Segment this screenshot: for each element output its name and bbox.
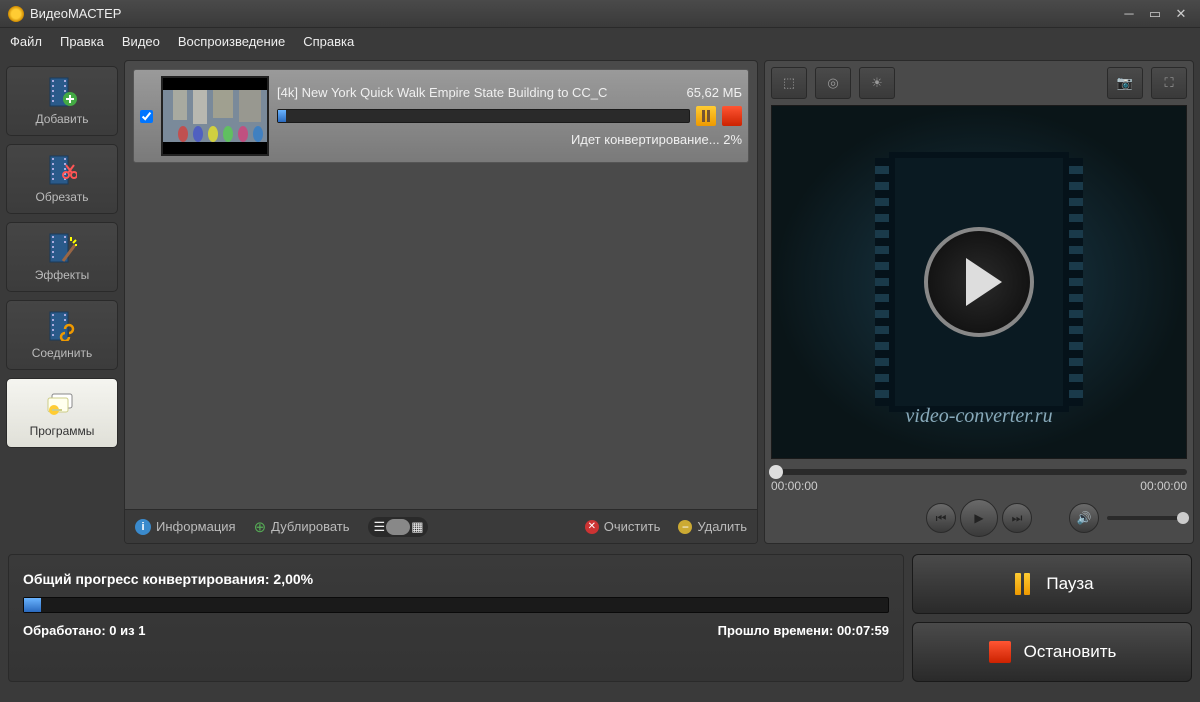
programs-icon bbox=[46, 388, 78, 420]
app-logo-icon bbox=[8, 6, 24, 22]
processed-count: Обработано: 0 из 1 bbox=[23, 623, 145, 638]
maximize-button[interactable]: ▭ bbox=[1144, 6, 1166, 22]
crop-tool-button[interactable]: ⬚ bbox=[771, 67, 807, 99]
brand-text: video-converter.ru bbox=[905, 405, 1052, 428]
duplicate-button[interactable]: ⊕ Дублировать bbox=[254, 518, 350, 536]
trim-button[interactable]: Обрезать bbox=[6, 144, 118, 214]
volume-button[interactable]: 🔊 bbox=[1069, 503, 1099, 533]
crop-icon: ⬚ bbox=[783, 75, 795, 91]
overall-progress-panel: Общий прогресс конвертирования: 2,00% Об… bbox=[8, 554, 904, 682]
menu-playback[interactable]: Воспроизведение bbox=[178, 34, 285, 49]
window-title: ВидеоМАСТЕР bbox=[30, 6, 1114, 21]
clear-icon: ✕ bbox=[585, 520, 599, 534]
speaker-icon: 🔊 bbox=[1077, 511, 1092, 525]
target-icon: ◎ bbox=[827, 75, 838, 91]
join-label: Соединить bbox=[32, 346, 93, 360]
time-total: 00:00:00 bbox=[1140, 479, 1187, 493]
clear-button[interactable]: ✕ Очистить bbox=[585, 519, 661, 534]
list-view-icon: ☰ bbox=[374, 519, 386, 535]
close-button[interactable]: ✕ bbox=[1170, 6, 1192, 22]
duplicate-icon: ⊕ bbox=[254, 518, 267, 536]
trim-label: Обрезать bbox=[36, 190, 89, 204]
join-button[interactable]: Соединить bbox=[6, 300, 118, 370]
stop-icon bbox=[988, 640, 1012, 664]
pause-icon bbox=[1010, 572, 1034, 596]
film-link-icon bbox=[46, 310, 78, 342]
expand-icon: ⛶ bbox=[1164, 75, 1173, 91]
menu-bar: Файл Правка Видео Воспроизведение Справк… bbox=[0, 28, 1200, 54]
film-wand-icon bbox=[46, 232, 78, 264]
time-current: 00:00:00 bbox=[771, 479, 818, 493]
file-list-panel: [4k] New York Quick Walk Empire State Bu… bbox=[124, 60, 758, 544]
file-status: Идет конвертирование... 2% bbox=[277, 132, 742, 147]
file-item[interactable]: [4k] New York Quick Walk Empire State Bu… bbox=[133, 69, 749, 163]
programs-button[interactable]: Программы bbox=[6, 378, 118, 448]
title-bar: ВидеоМАСТЕР ─ ▭ ✕ bbox=[0, 0, 1200, 28]
info-button[interactable]: i Информация bbox=[135, 519, 236, 535]
programs-label: Программы bbox=[30, 424, 95, 438]
effects-label: Эффекты bbox=[35, 268, 90, 282]
seek-bar[interactable] bbox=[771, 469, 1187, 475]
preview-panel: ⬚ ◎ ☀ 📷 ⛶ video-converter.ru 00:00:00 00… bbox=[764, 60, 1194, 544]
prev-button[interactable]: ⏮ bbox=[926, 503, 956, 533]
grid-view-icon: ▦ bbox=[411, 519, 421, 535]
menu-help[interactable]: Справка bbox=[303, 34, 354, 49]
menu-edit[interactable]: Правка bbox=[60, 34, 104, 49]
file-progress-bar bbox=[277, 109, 690, 123]
add-button[interactable]: Добавить bbox=[6, 66, 118, 136]
film-plus-icon bbox=[46, 76, 78, 108]
view-switch[interactable]: ☰ ▦ bbox=[368, 517, 428, 537]
volume-slider[interactable] bbox=[1107, 516, 1187, 520]
camera-icon: 📷 bbox=[1117, 75, 1133, 91]
overall-progress-title: Общий прогресс конвертирования: 2,00% bbox=[23, 571, 889, 587]
info-icon: i bbox=[135, 519, 151, 535]
menu-file[interactable]: Файл bbox=[10, 34, 42, 49]
next-icon: ⏭ bbox=[1012, 511, 1023, 526]
play-icon: ▶ bbox=[974, 511, 983, 525]
stop-button[interactable]: Остановить bbox=[912, 622, 1192, 682]
file-pause-button[interactable] bbox=[696, 106, 716, 126]
elapsed-time: Прошло времени: 00:07:59 bbox=[718, 623, 889, 638]
file-size: 65,62 МБ bbox=[686, 85, 742, 100]
filmstrip-icon bbox=[889, 152, 1069, 412]
effects-button[interactable]: Эффекты bbox=[6, 222, 118, 292]
overall-progress-bar bbox=[23, 597, 889, 613]
pause-button[interactable]: Пауза bbox=[912, 554, 1192, 614]
file-name: [4k] New York Quick Walk Empire State Bu… bbox=[277, 85, 607, 100]
sidebar: Добавить Обрезать Эффекты Соединить Прог… bbox=[6, 60, 118, 544]
file-stop-button[interactable] bbox=[722, 106, 742, 126]
play-button[interactable]: ▶ bbox=[960, 499, 998, 537]
film-scissors-icon bbox=[46, 154, 78, 186]
minimize-button[interactable]: ─ bbox=[1118, 6, 1140, 22]
sun-icon: ☀ bbox=[871, 75, 883, 91]
menu-video[interactable]: Видео bbox=[122, 34, 160, 49]
snapshot-button[interactable]: 📷 bbox=[1107, 67, 1143, 99]
prev-icon: ⏮ bbox=[936, 511, 947, 526]
delete-icon: − bbox=[678, 520, 692, 534]
brightness-tool-button[interactable]: ☀ bbox=[859, 67, 895, 99]
fullscreen-button[interactable]: ⛶ bbox=[1151, 67, 1187, 99]
play-circle-icon bbox=[924, 227, 1034, 337]
next-button[interactable]: ⏭ bbox=[1002, 503, 1032, 533]
file-checkbox[interactable] bbox=[140, 110, 153, 123]
delete-button[interactable]: − Удалить bbox=[678, 519, 747, 534]
file-thumbnail bbox=[161, 76, 269, 156]
add-label: Добавить bbox=[35, 112, 88, 126]
enhance-tool-button[interactable]: ◎ bbox=[815, 67, 851, 99]
video-preview: video-converter.ru bbox=[771, 105, 1187, 459]
